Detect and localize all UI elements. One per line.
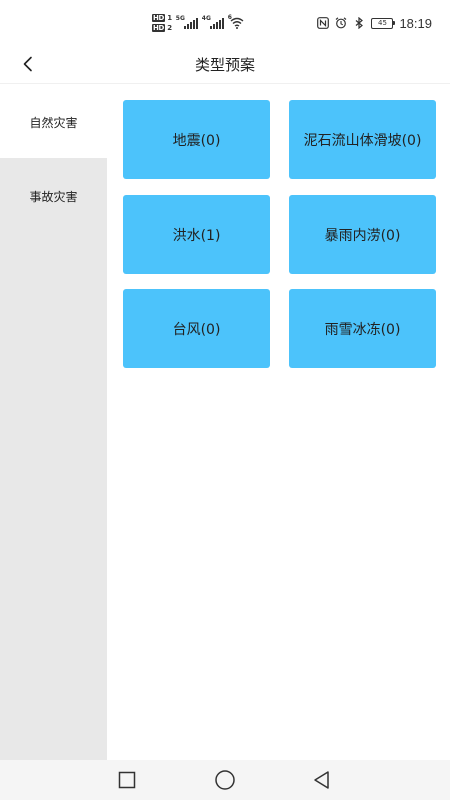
status-bar: HD 1 HD 2 5G 4G 6 45 18:19	[0, 0, 450, 44]
sidebar-item-accident-disaster[interactable]: 事故灾害	[0, 158, 107, 232]
system-nav-bar	[0, 760, 450, 800]
recent-apps-button[interactable]	[115, 768, 139, 792]
sidebar-item-label: 自然灾害	[29, 116, 78, 130]
category-sidebar: 自然灾害 事故灾害	[0, 84, 107, 760]
sidebar-item-natural-disaster[interactable]: 自然灾害	[0, 84, 107, 158]
card-landslide[interactable]: 泥石流山体滑坡(0)	[289, 100, 436, 179]
hd-1-label: HD	[152, 14, 166, 22]
status-right: 45 18:19	[317, 12, 432, 34]
signal-5g-icon: 5G	[175, 15, 198, 29]
hd-2-indicator: HD 2	[152, 24, 172, 32]
status-left: HD 1 HD 2 5G 4G 6	[152, 12, 244, 34]
hd-2-label: HD	[152, 24, 166, 32]
signal-4g-icon: 4G	[201, 15, 224, 29]
card-label: 泥石流山体滑坡(0)	[303, 132, 422, 149]
back-icon	[314, 771, 329, 789]
card-snow-ice[interactable]: 雨雪冰冻(0)	[289, 289, 436, 368]
nfc-icon	[317, 17, 330, 29]
card-rainstorm-waterlogging[interactable]: 暴雨内涝(0)	[289, 195, 436, 274]
net-4g-label: 4G	[201, 15, 211, 22]
hd-2-number: 2	[167, 24, 172, 32]
card-earthquake[interactable]: 地震(0)	[123, 100, 270, 179]
home-button[interactable]	[213, 768, 237, 792]
bluetooth-icon	[353, 17, 365, 29]
alarm-icon	[335, 17, 347, 29]
status-time: 18:19	[399, 15, 432, 31]
card-label: 台风(0)	[172, 321, 221, 338]
hd-1-number: 1	[167, 14, 172, 22]
wifi-icon: 6	[228, 14, 244, 29]
card-flood[interactable]: 洪水(1)	[123, 195, 270, 274]
card-label: 暴雨内涝(0)	[324, 227, 401, 244]
card-label: 地震(0)	[172, 132, 221, 149]
page-title: 类型预案	[194, 56, 255, 74]
hd-indicators: HD 1 HD 2	[152, 14, 172, 32]
sidebar-item-label: 事故灾害	[29, 190, 78, 204]
recent-apps-icon	[118, 771, 136, 789]
home-icon	[215, 770, 235, 790]
hd-1-indicator: HD 1	[152, 14, 172, 22]
battery-icon: 45	[371, 17, 396, 29]
plan-type-grid: 地震(0) 泥石流山体滑坡(0) 洪水(1) 暴雨内涝(0) 台风(0) 雨雪冰…	[107, 84, 450, 760]
card-typhoon[interactable]: 台风(0)	[123, 289, 270, 368]
header: 类型预案	[0, 44, 450, 84]
card-label: 雨雪冰冻(0)	[324, 321, 401, 338]
battery-level: 45	[377, 18, 387, 27]
nav-back-button[interactable]	[310, 768, 334, 792]
net-5g-label: 5G	[175, 15, 185, 22]
card-label: 洪水(1)	[172, 227, 221, 244]
